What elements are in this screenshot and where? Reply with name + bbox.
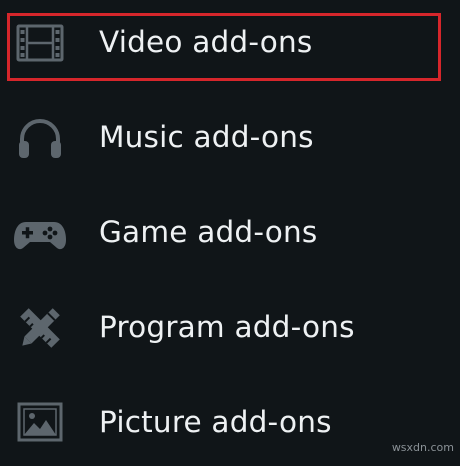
menu-item-label: Music add-ons xyxy=(99,120,314,154)
pencil-ruler-icon xyxy=(12,303,68,353)
menu-item-program-addons[interactable]: Program add-ons xyxy=(0,285,460,371)
addons-category-menu: Video add-ons Music add-ons Game add-ons… xyxy=(0,0,460,456)
menu-item-label: Picture add-ons xyxy=(99,405,332,439)
film-icon xyxy=(12,18,68,68)
headphones-icon xyxy=(12,113,68,163)
menu-item-label: Program add-ons xyxy=(99,310,355,344)
menu-item-music-addons[interactable]: Music add-ons xyxy=(0,95,460,181)
picture-icon xyxy=(12,398,68,448)
gamepad-icon xyxy=(12,208,68,258)
menu-item-game-addons[interactable]: Game add-ons xyxy=(0,190,460,276)
menu-item-label: Video add-ons xyxy=(99,25,313,59)
menu-item-label: Game add-ons xyxy=(99,215,318,249)
watermark-text: wsxdn.com xyxy=(391,441,454,454)
menu-item-video-addons[interactable]: Video add-ons xyxy=(0,0,460,86)
